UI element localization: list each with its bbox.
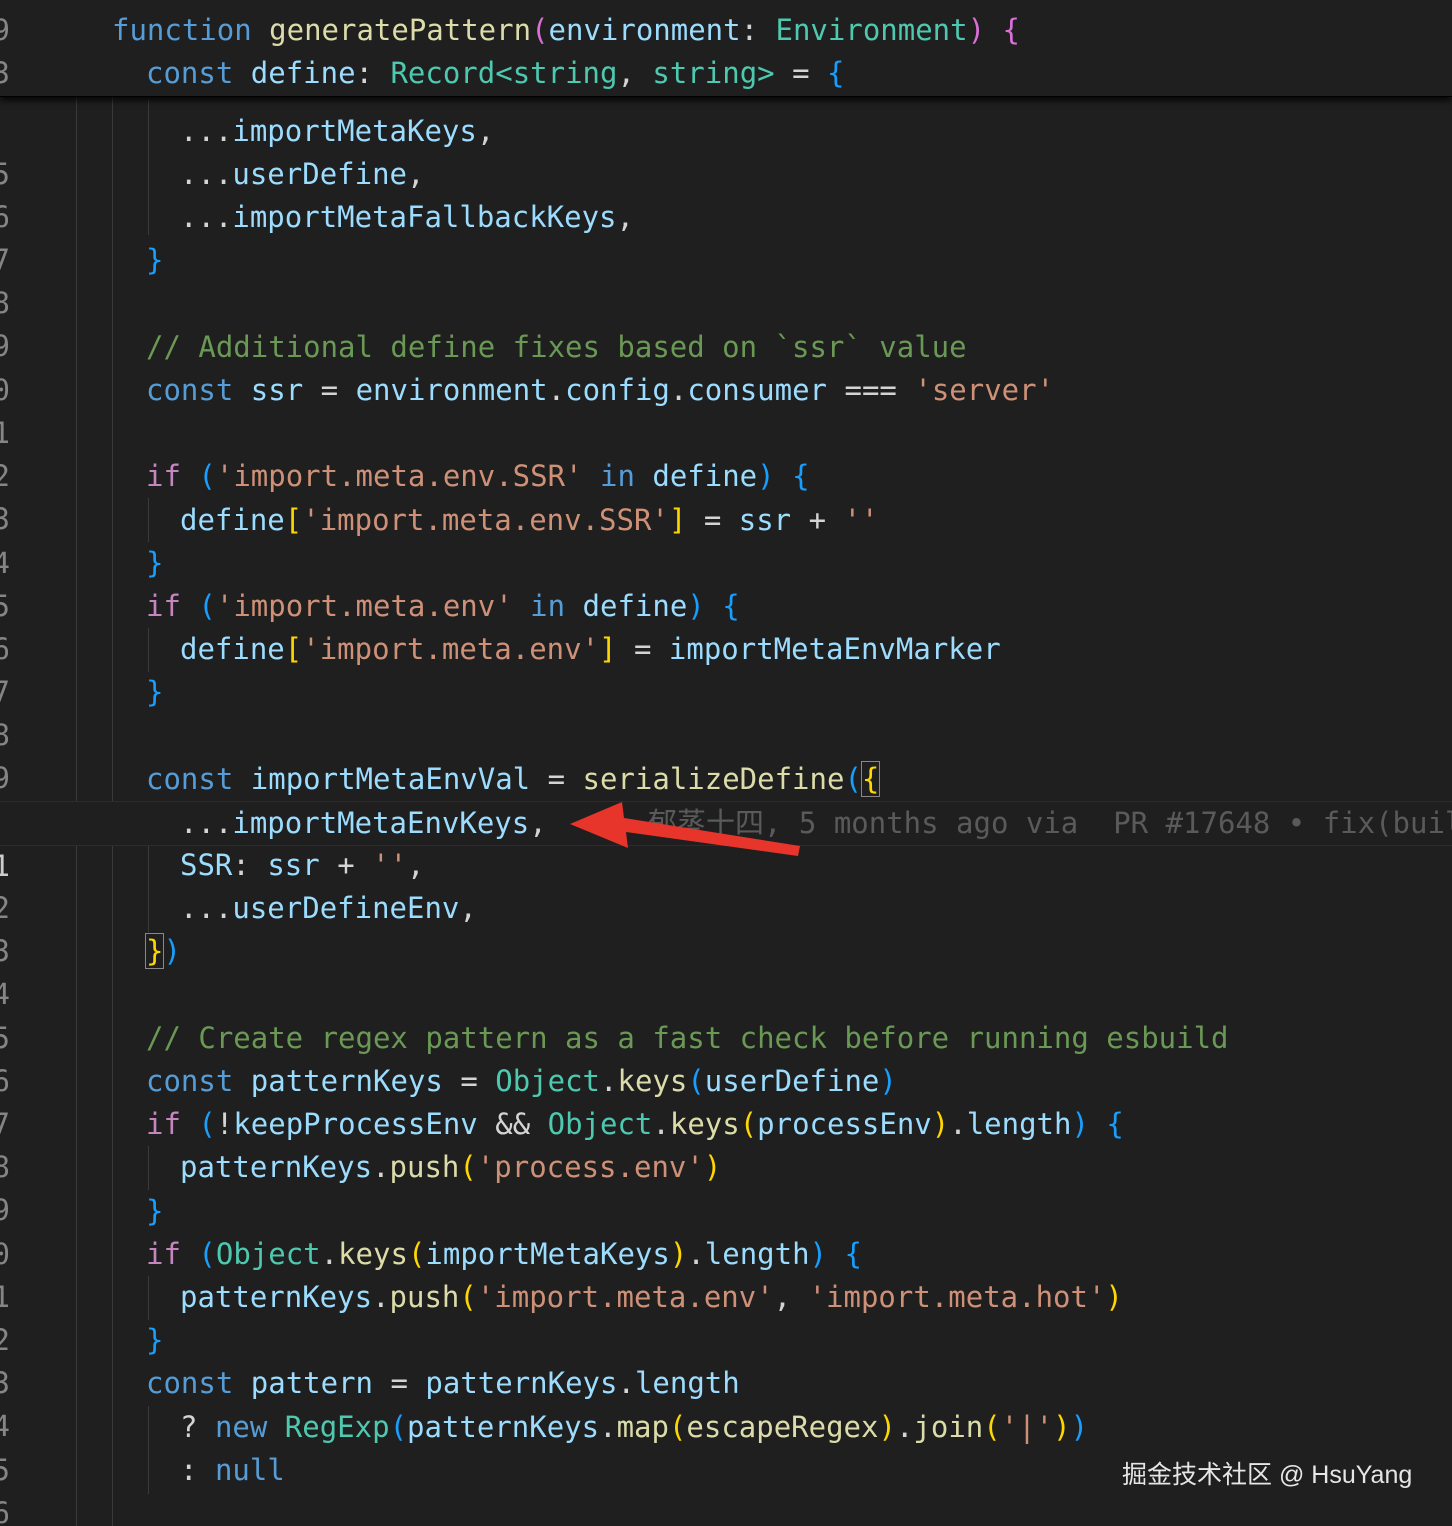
red-arrow-icon bbox=[570, 802, 800, 856]
code-line[interactable]: 5 bbox=[0, 974, 1452, 1055]
token-type: Environment bbox=[775, 13, 968, 47]
code-line[interactable]: 3 } bbox=[0, 1319, 1452, 1400]
token-type: Record bbox=[390, 56, 496, 90]
code-text: define['import.meta.env'] = importMetaEn… bbox=[180, 632, 1001, 666]
code-line[interactable]: 4 const pattern = patternKeys.length bbox=[0, 1362, 1452, 1443]
code-comment: // Create regex pattern as a fast check … bbox=[146, 1021, 1229, 1055]
code-line[interactable]: 8 } bbox=[0, 239, 1452, 320]
code-text: } bbox=[146, 546, 164, 580]
code-text: ...userDefine, bbox=[180, 157, 425, 191]
code-line[interactable]: 6 ...userDefine, bbox=[0, 153, 1452, 234]
code-line[interactable]: 6 if ('import.meta.env' in define) { bbox=[0, 585, 1452, 666]
code-line[interactable]: 0 // Additional define fixes based on `s… bbox=[0, 326, 1452, 407]
code-line[interactable]: 9 bbox=[0, 714, 1452, 795]
code-line[interactable]: 5 ? new RegExp(patternKeys.map(escapeReg… bbox=[0, 1406, 1452, 1487]
code-text: } bbox=[146, 675, 164, 709]
sticky-line-define[interactable]: 3 const define: Record<string, string> =… bbox=[0, 52, 1452, 95]
code-text: ...importMetaKeys, bbox=[180, 114, 495, 148]
sticky-scroll-header[interactable]: 9 function generatePattern(environment: … bbox=[0, 0, 1452, 97]
code-line[interactable]: 7 ...importMetaFallbackKeys, bbox=[0, 196, 1452, 277]
code-text: SSR: ssr + '', bbox=[180, 848, 425, 882]
code-text: if ('import.meta.env' in define) { bbox=[146, 589, 740, 623]
code-line[interactable]: 3 ...userDefineEnv, bbox=[0, 887, 1452, 968]
code-line[interactable]: 7 bbox=[0, 1492, 1452, 1526]
code-text: : null bbox=[180, 1453, 285, 1487]
sticky-line-function[interactable]: 9 function generatePattern(environment: … bbox=[0, 9, 1452, 52]
code-comment: // Additional define fixes based on `ssr… bbox=[146, 330, 967, 364]
token-type: string bbox=[652, 56, 758, 90]
code-line[interactable]: 1 const ssr = environment.config.consume… bbox=[0, 369, 1452, 450]
code-line[interactable]: 8 if (!keepProcessEnv && Object.keys(pro… bbox=[0, 1103, 1452, 1184]
code-text: ...importMetaEnvKeys, bbox=[180, 806, 547, 840]
code-line[interactable]: 2 bbox=[0, 412, 1452, 493]
code-text: if (Object.keys(importMetaKeys).length) … bbox=[146, 1237, 862, 1271]
code-line[interactable]: 6 // Create regex pattern as a fast chec… bbox=[0, 1017, 1452, 1098]
code-text: patternKeys.push('import.meta.env', 'imp… bbox=[180, 1280, 1123, 1314]
code-line[interactable]: 7 const patternKeys = Object.keys(userDe… bbox=[0, 1060, 1452, 1141]
code-text: const pattern = patternKeys.length bbox=[146, 1366, 740, 1400]
code-text: if (!keepProcessEnv && Object.keys(proce… bbox=[146, 1107, 1124, 1141]
code-text: if ('import.meta.env.SSR' in define) { bbox=[146, 459, 810, 493]
code-text: const define: Record<string, string> = { bbox=[146, 56, 845, 90]
code-text: } bbox=[146, 1323, 164, 1357]
code-text: const patternKeys = Object.keys(userDefi… bbox=[146, 1064, 897, 1098]
code-line[interactable]: 4 }) bbox=[0, 930, 1452, 1011]
code-line[interactable]: 8 } bbox=[0, 671, 1452, 752]
code-editor[interactable]: 9 function generatePattern(environment: … bbox=[0, 0, 1452, 1526]
code-line[interactable]: 2 patternKeys.push('import.meta.env', 'i… bbox=[0, 1276, 1452, 1357]
token-keyword: const bbox=[146, 56, 234, 90]
code-text: ? new RegExp(patternKeys.map(escapeRegex… bbox=[180, 1410, 1089, 1444]
code-line[interactable]: 5 } bbox=[0, 542, 1452, 623]
code-line[interactable]: 3 if ('import.meta.env.SSR' in define) { bbox=[0, 455, 1452, 536]
token-variable: define bbox=[250, 56, 356, 90]
token-param: environment bbox=[548, 13, 741, 47]
code-text: }) bbox=[144, 933, 181, 969]
code-text: } bbox=[146, 243, 164, 277]
code-line[interactable]: 1 if (Object.keys(importMetaKeys).length… bbox=[0, 1233, 1452, 1314]
code-line[interactable]: 0 } bbox=[0, 1190, 1452, 1271]
code-text: patternKeys.push('process.env') bbox=[180, 1150, 722, 1184]
line-number: 3 bbox=[0, 52, 10, 95]
code-line[interactable]: 9 patternKeys.push('process.env') bbox=[0, 1146, 1452, 1227]
token-function: generatePattern bbox=[269, 13, 532, 47]
code-text: function generatePattern(environment: En… bbox=[112, 13, 1020, 47]
code-text: define['import.meta.env.SSR'] = ssr + '' bbox=[180, 503, 879, 537]
code-text: ...userDefineEnv, bbox=[180, 891, 477, 925]
code-line[interactable]: 4 define['import.meta.env.SSR'] = ssr + … bbox=[0, 499, 1452, 580]
code-line[interactable]: 5 ...importMetaKeys, bbox=[0, 110, 1452, 191]
code-text: const importMetaEnvVal = serializeDefine… bbox=[146, 761, 881, 797]
token-type: string bbox=[512, 56, 618, 90]
code-line[interactable]: 9 bbox=[0, 282, 1452, 363]
code-line[interactable]: 7 define['import.meta.env'] = importMeta… bbox=[0, 628, 1452, 709]
code-text: const ssr = environment.config.consumer … bbox=[146, 373, 1055, 407]
code-text: } bbox=[146, 1194, 164, 1228]
code-line[interactable]: 0 const importMetaEnvVal = serializeDefi… bbox=[0, 758, 1452, 839]
watermark: 掘金技术社区 @ HsuYang bbox=[1122, 1461, 1413, 1489]
line-number: 9 bbox=[0, 9, 10, 52]
code-text: ...importMetaFallbackKeys, bbox=[180, 200, 634, 234]
token-keyword: function bbox=[112, 13, 252, 47]
